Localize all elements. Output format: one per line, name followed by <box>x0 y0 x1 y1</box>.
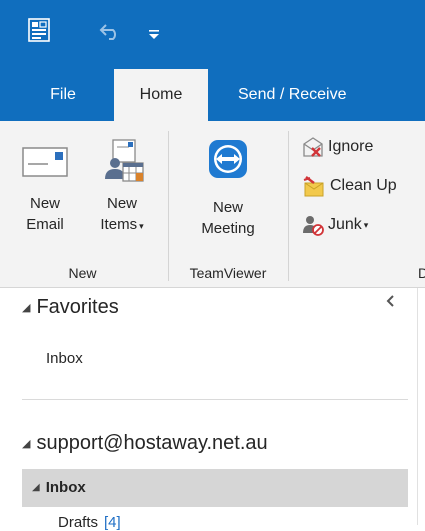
group-new-label: New <box>68 265 97 281</box>
customize-qat-icon[interactable] <box>148 27 160 45</box>
account-header[interactable]: ◢ support@hostaway.net.au <box>22 432 268 455</box>
group-delete: Ignore Clean Up Junk ▾ D <box>290 121 425 287</box>
new-meeting-button[interactable]: New Meeting <box>180 135 276 259</box>
ribbon: New Email New Items ▾ New New Meeting Te… <box>0 121 425 288</box>
collapse-pane-icon[interactable] <box>385 294 395 311</box>
group-divider <box>288 131 289 281</box>
title-bar: File Home Send / Receive <box>0 0 425 121</box>
new-items-icon <box>86 139 158 187</box>
ignore-icon <box>303 137 323 157</box>
group-teamviewer-label: TeamViewer <box>189 265 267 281</box>
clean-up-icon <box>303 176 324 197</box>
favorites-label: Favorites <box>36 296 119 318</box>
favorites-header[interactable]: ◢ Favorites <box>22 296 119 319</box>
ribbon-tabs: File Home Send / Receive <box>0 69 425 121</box>
new-email-label-2: Email <box>26 216 64 233</box>
junk-label: Junk <box>328 216 362 233</box>
tab-file[interactable]: File <box>38 69 88 121</box>
pane-divider <box>417 288 418 525</box>
group-delete-label-partial: D <box>418 265 425 281</box>
new-items-label-2: Items ▾ <box>100 216 144 233</box>
favorites-inbox[interactable]: Inbox <box>46 350 83 367</box>
inbox-folder[interactable]: ◢ Inbox <box>32 479 86 496</box>
drafts-label: Drafts <box>58 514 99 531</box>
new-email-button[interactable]: New Email <box>14 139 76 259</box>
drafts-count: [4] <box>104 514 121 531</box>
clean-up-button[interactable]: Clean Up <box>302 172 397 200</box>
undo-icon[interactable] <box>98 22 122 45</box>
drafts-folder[interactable]: Drafts [4] <box>58 514 121 531</box>
new-email-icon <box>14 139 76 187</box>
pane-separator <box>22 399 408 400</box>
collapse-triangle-icon: ◢ <box>22 302 31 314</box>
junk-button[interactable]: Junk ▾ <box>302 211 368 239</box>
collapse-triangle-icon: ◢ <box>22 438 31 450</box>
ignore-button[interactable]: Ignore <box>302 133 373 161</box>
tab-send-receive[interactable]: Send / Receive <box>238 69 398 121</box>
group-teamviewer: New Meeting TeamViewer <box>170 121 286 287</box>
group-divider <box>168 131 169 281</box>
grid-app-icon[interactable] <box>28 18 50 47</box>
account-label: support@hostaway.net.au <box>36 432 268 454</box>
tab-home[interactable]: Home <box>114 69 208 121</box>
new-items-button[interactable]: New Items ▾ <box>86 139 158 259</box>
new-items-label-1: New <box>106 195 137 212</box>
chevron-down-icon: ▾ <box>139 221 144 231</box>
new-meeting-label-2: Meeting <box>201 220 255 237</box>
new-email-label-1: New <box>29 195 60 212</box>
junk-icon <box>303 216 324 236</box>
collapse-triangle-icon: ◢ <box>32 482 40 493</box>
teamviewer-icon <box>180 135 276 187</box>
inbox-label: Inbox <box>45 479 86 496</box>
chevron-down-icon: ▾ <box>363 219 369 230</box>
group-new: New Email New Items ▾ New <box>0 121 165 287</box>
new-meeting-label-1: New <box>212 199 243 216</box>
ignore-label: Ignore <box>328 138 374 155</box>
clean-up-label: Clean Up <box>330 177 397 194</box>
